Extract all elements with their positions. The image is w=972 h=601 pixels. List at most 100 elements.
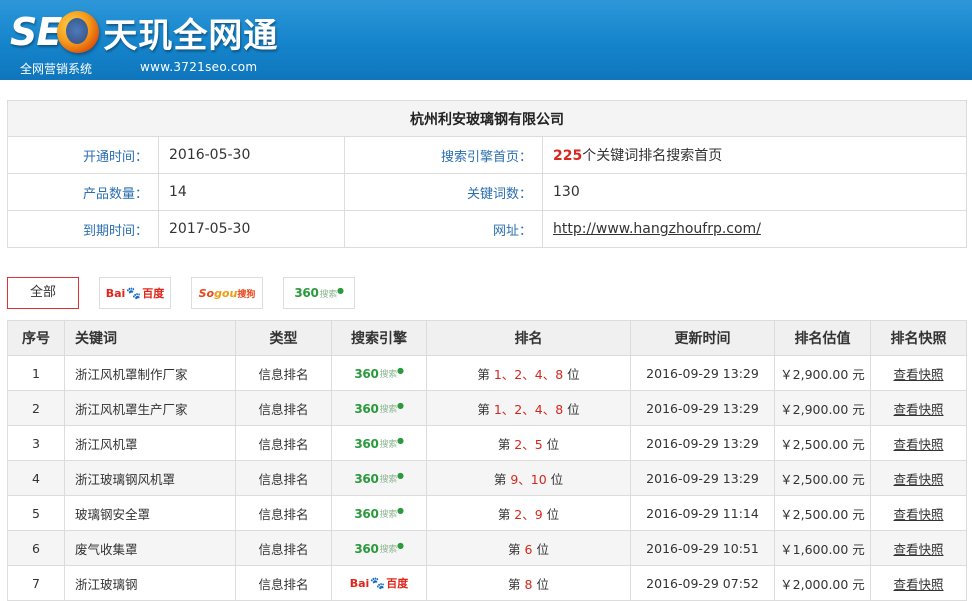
table-row: 7 浙江玻璃钢 信息排名 Bai 🐾 百度 第 8 位 2016-09-29 07:52 ￥2,… bbox=[7, 565, 967, 601]
products-value: 14 bbox=[158, 173, 345, 211]
so360-logo-cn: 搜索 bbox=[319, 289, 338, 300]
view-snapshot-link[interactable]: 查看快照 bbox=[893, 577, 943, 592]
row-type: 信息排名 bbox=[235, 355, 332, 391]
col-engine: 搜索引擎 bbox=[331, 320, 427, 356]
open-time-value: 2016-05-30 bbox=[158, 136, 345, 174]
so360-logo-num: 360 bbox=[294, 286, 319, 300]
so360-logo-cn: 搜索 bbox=[379, 405, 398, 415]
header-subtitle: 全网营销系统 bbox=[20, 62, 93, 76]
so360-logo: 360 搜索 ● bbox=[354, 366, 404, 381]
rank-suffix: 位 bbox=[563, 366, 580, 382]
row-snapshot-cell: 查看快照 bbox=[870, 390, 967, 426]
view-snapshot-link[interactable]: 查看快照 bbox=[893, 472, 943, 487]
row-snapshot-cell: 查看快照 bbox=[870, 355, 967, 391]
row-rank: 第 1、2、4、8 位 bbox=[426, 355, 631, 391]
col-updated: 更新时间 bbox=[630, 320, 775, 356]
so360-logo-num: 360 bbox=[354, 401, 379, 416]
so360-logo-num: 360 bbox=[354, 541, 379, 556]
col-type: 类型 bbox=[235, 320, 332, 356]
row-no: 3 bbox=[7, 425, 65, 461]
filter-360-button[interactable]: 360 搜索 ● bbox=[283, 277, 355, 309]
url-label: 网址： bbox=[344, 210, 543, 248]
open-time-label: 开通时间： bbox=[7, 136, 159, 174]
website-link[interactable]: http://www.hangzhoufrp.com/ bbox=[553, 221, 761, 237]
col-rank: 排名 bbox=[426, 320, 631, 356]
logo[interactable]: SE 天玑全网通 bbox=[10, 8, 278, 56]
logo-brand-text: 天玑全网通 bbox=[103, 15, 279, 56]
row-type: 信息排名 bbox=[235, 460, 332, 496]
rank-positions: 1、2、4、8 bbox=[493, 401, 564, 417]
table-row: 5 玻璃钢安全罩 信息排名 360 搜索 ● 第 2、9 位 2016-09-29 11:14… bbox=[7, 495, 967, 531]
engine-filter-bar: 全部 Bai 🐾 百度 Sogou搜狗 360 搜索 ● bbox=[7, 277, 355, 309]
row-engine: 360 搜索 ● bbox=[331, 355, 427, 391]
row-engine: 360 搜索 ● bbox=[331, 530, 427, 566]
row-keyword: 浙江风机罩制作厂家 bbox=[64, 355, 236, 391]
row-updated: 2016-09-29 07:52 bbox=[630, 565, 775, 601]
view-snapshot-link[interactable]: 查看快照 bbox=[893, 437, 943, 452]
rank-suffix: 位 bbox=[563, 401, 580, 417]
filter-baidu-button[interactable]: Bai 🐾 百度 bbox=[99, 277, 171, 309]
filter-sogou-button[interactable]: Sogou搜狗 bbox=[191, 277, 263, 309]
row-value: ￥2,500.00 元 bbox=[774, 425, 871, 461]
row-no: 2 bbox=[7, 390, 65, 426]
so360-logo-num: 360 bbox=[354, 506, 379, 521]
row-value: ￥1,600.00 元 bbox=[774, 530, 871, 566]
so360-logo-num: 360 bbox=[354, 436, 379, 451]
so360-logo-cn: 搜索 bbox=[379, 545, 398, 555]
rank-suffix: 位 bbox=[532, 541, 549, 557]
baidu-logo: Bai 🐾 百度 bbox=[350, 575, 409, 591]
row-keyword: 浙江风机罩生产厂家 bbox=[64, 390, 236, 426]
row-rank: 第 2、9 位 bbox=[426, 495, 631, 531]
sogou-logo-gou: gou bbox=[214, 286, 238, 300]
row-snapshot-cell: 查看快照 bbox=[870, 425, 967, 461]
baidu-logo-latin: Bai bbox=[105, 286, 126, 300]
row-value: ￥2,500.00 元 bbox=[774, 460, 871, 496]
so360-logo: 360 搜索 ● bbox=[354, 541, 404, 556]
so360-logo-num: 360 bbox=[354, 366, 379, 381]
row-type: 信息排名 bbox=[235, 425, 332, 461]
so360-dot-icon: ● bbox=[396, 506, 404, 515]
keywords-value: 130 bbox=[542, 173, 967, 211]
row-engine: Bai 🐾 百度 bbox=[331, 565, 427, 601]
header-site-url: www.3721seo.com bbox=[140, 60, 258, 74]
keywords-label: 关键词数： bbox=[344, 173, 543, 211]
row-value: ￥2,900.00 元 bbox=[774, 355, 871, 391]
rank-prefix: 第 bbox=[497, 506, 515, 522]
row-value: ￥2,900.00 元 bbox=[774, 390, 871, 426]
so360-logo: 360 搜索 ● bbox=[354, 506, 404, 521]
row-type: 信息排名 bbox=[235, 390, 332, 426]
sogou-logo-so: So bbox=[198, 286, 215, 300]
so360-dot-icon: ● bbox=[396, 436, 404, 445]
row-keyword: 浙江风机罩 bbox=[64, 425, 236, 461]
sogou-logo: Sogou搜狗 bbox=[199, 287, 256, 300]
view-snapshot-link[interactable]: 查看快照 bbox=[893, 367, 943, 382]
engine-home-text: 个关键词排名搜索首页 bbox=[582, 148, 723, 164]
so360-dot-icon: ● bbox=[396, 541, 404, 550]
row-type: 信息排名 bbox=[235, 495, 332, 531]
sogou-logo-cn: 搜狗 bbox=[237, 289, 256, 300]
filter-all-button[interactable]: 全部 bbox=[7, 277, 79, 309]
row-rank: 第 6 位 bbox=[426, 530, 631, 566]
col-no: 序号 bbox=[7, 320, 65, 356]
row-keyword: 浙江玻璃钢 bbox=[64, 565, 236, 601]
so360-dot-icon: ● bbox=[396, 471, 404, 480]
col-keyword: 关键词 bbox=[64, 320, 236, 356]
rank-prefix: 第 bbox=[477, 366, 494, 382]
row-snapshot-cell: 查看快照 bbox=[870, 530, 967, 566]
view-snapshot-link[interactable]: 查看快照 bbox=[893, 402, 943, 417]
so360-logo-cn: 搜索 bbox=[379, 475, 398, 485]
rank-prefix: 第 bbox=[508, 541, 525, 557]
row-value: ￥2,500.00 元 bbox=[774, 495, 871, 531]
site-header: SE 天玑全网通 全网营销系统 www.3721seo.com bbox=[0, 0, 972, 80]
row-rank: 第 2、5 位 bbox=[426, 425, 631, 461]
engine-home-count: 225 bbox=[553, 148, 583, 164]
view-snapshot-link[interactable]: 查看快照 bbox=[893, 507, 943, 522]
row-rank: 第 1、2、4、8 位 bbox=[426, 390, 631, 426]
table-row: 3 浙江风机罩 信息排名 360 搜索 ● 第 2、5 位 2016-09-29 13:29 ￥… bbox=[7, 425, 967, 461]
so360-logo: 360 搜索 ● bbox=[354, 436, 404, 451]
view-snapshot-link[interactable]: 查看快照 bbox=[893, 542, 943, 557]
engine-home-label: 搜索引擎首页： bbox=[344, 136, 543, 174]
row-type: 信息排名 bbox=[235, 530, 332, 566]
row-no: 5 bbox=[7, 495, 65, 531]
table-row: 6 废气收集罩 信息排名 360 搜索 ● 第 6 位 2016-09-29 10:51 ￥1,… bbox=[7, 530, 967, 566]
